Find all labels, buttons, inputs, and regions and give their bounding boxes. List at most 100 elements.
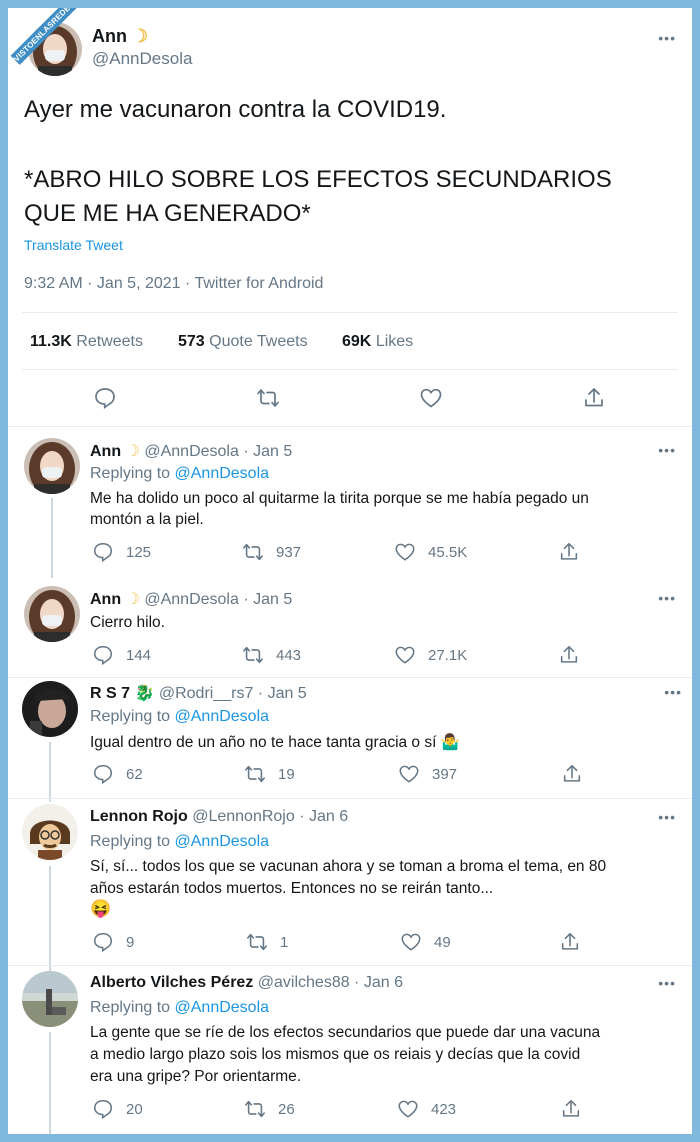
like-button[interactable]: 423 [397, 1098, 456, 1120]
share-icon [561, 932, 579, 950]
retweet-button[interactable]: 443 [242, 644, 301, 666]
retweet-icon [245, 1100, 265, 1118]
avatar[interactable] [24, 586, 80, 642]
retweet-icon [243, 646, 263, 664]
reply-count: 20 [126, 1100, 143, 1118]
tweet-screenshot: VISTOENLASREDES.com Ann ☽ @AnnDesola •••… [8, 8, 692, 1134]
reply-text-line: Sí, sí... todos los que se vacunan ahora… [90, 858, 607, 875]
reply-header[interactable]: Lennon Rojo @LennonRojo · Jan 6 [90, 808, 348, 826]
retweet-icon[interactable] [256, 386, 280, 410]
share-button[interactable] [558, 644, 580, 666]
share-icon [562, 1099, 580, 1117]
thread-line [49, 1032, 51, 1134]
reply-text-line: Cierro hilo. [90, 614, 165, 631]
replying-to[interactable]: Replying to @AnnDesola [90, 833, 269, 851]
divider [8, 798, 692, 799]
more-options-icon[interactable]: ••• [658, 809, 676, 825]
reply-text-line: montón a la piel. [90, 511, 204, 528]
more-options-icon[interactable]: ••• [658, 590, 676, 606]
more-options-icon[interactable]: ••• [658, 975, 676, 991]
reply-text-line: años estarán todos muertos. Entonces no … [90, 880, 494, 897]
reply-header[interactable]: Ann ☽ @AnnDesola · Jan 5 [90, 441, 292, 461]
like-icon [399, 765, 419, 783]
tweet-metadata[interactable]: 9:32 AM · Jan 5, 2021 · Twitter for Andr… [24, 275, 323, 293]
more-options-icon[interactable]: ••• [658, 442, 676, 458]
like-icon[interactable] [419, 386, 443, 410]
avatar[interactable] [24, 438, 80, 494]
divider [8, 677, 692, 678]
reply-count: 9 [126, 933, 135, 951]
reply-icon [93, 764, 113, 785]
like-button[interactable]: 45.5K [394, 541, 467, 563]
handle[interactable]: @AnnDesola [92, 49, 192, 69]
reply-header[interactable]: Ann ☽ @AnnDesola · Jan 5 [90, 589, 292, 609]
share-button[interactable] [558, 541, 580, 563]
retweet-count: 26 [278, 1100, 295, 1118]
retweet-icon [243, 543, 263, 561]
reply-icon [93, 1099, 113, 1120]
reply-count: 125 [126, 543, 152, 561]
reply-icon [93, 645, 113, 666]
thread-line [49, 866, 51, 976]
divider [8, 965, 692, 966]
reply-button[interactable]: 144 [92, 644, 151, 666]
reply-button[interactable]: 9 [92, 931, 134, 953]
replying-to[interactable]: Replying to @AnnDesola [90, 465, 269, 483]
more-options-icon[interactable]: ••• [664, 684, 682, 700]
retweet-button[interactable]: 937 [242, 541, 301, 563]
retweet-count: 443 [276, 646, 302, 664]
share-icon [560, 542, 578, 560]
translate-tweet-link[interactable]: Translate Tweet [24, 237, 123, 253]
retweet-count: 19 [278, 765, 295, 783]
quote-tweets-stat[interactable]: 573 Quote Tweets [178, 333, 308, 351]
reply-button[interactable]: 62 [92, 763, 143, 785]
laughing-emoji-icon: 😝 [90, 899, 112, 918]
replying-to[interactable]: Replying to @AnnDesola [90, 708, 269, 726]
like-count: 397 [432, 765, 458, 783]
like-icon [395, 543, 415, 561]
retweet-button[interactable]: 1 [246, 931, 288, 953]
retweet-icon [247, 933, 267, 951]
reply-text-line: a medio largo plazo sois los mismos que … [90, 1046, 581, 1063]
like-button[interactable]: 397 [398, 763, 457, 785]
reply-header[interactable]: R S 7 🐉 @Rodri__rs7 · Jan 5 [90, 683, 307, 703]
share-icon[interactable] [582, 386, 606, 410]
reply-text-line: era una gripe? Por orientarme. [90, 1068, 302, 1085]
reply-header[interactable]: Alberto Vilches Pérez @avilches88 · Jan … [90, 974, 403, 992]
replying-to[interactable]: Replying to @AnnDesola [90, 999, 269, 1017]
moon-icon: ☽ [132, 26, 149, 46]
avatar[interactable] [22, 971, 78, 1027]
divider [8, 426, 692, 427]
divider [22, 312, 678, 313]
reply-button[interactable]: 20 [92, 1098, 143, 1120]
display-name[interactable]: Ann ☽ [92, 26, 148, 47]
like-icon [395, 646, 415, 664]
like-icon [401, 933, 421, 951]
more-options-icon[interactable]: ••• [658, 30, 676, 46]
tweet-text-line: *ABRO HILO SOBRE LOS EFECTOS SECUNDARIOS [24, 166, 612, 193]
like-count: 45.5K [428, 543, 468, 561]
reply-button[interactable]: 125 [92, 541, 151, 563]
share-button[interactable] [559, 931, 581, 953]
like-button[interactable]: 27.1K [394, 644, 467, 666]
divider [22, 369, 678, 370]
share-icon [563, 764, 581, 782]
shrugging-emoji-icon: 🤷‍♂️ [440, 734, 461, 751]
likes-stat[interactable]: 69K Likes [342, 333, 413, 351]
reply-text-line: La gente que se ríe de los efectos secun… [90, 1024, 601, 1041]
reply-count: 144 [126, 646, 152, 664]
avatar[interactable] [22, 804, 78, 860]
tweet-text-line: QUE ME HA GENERADO* [24, 200, 311, 227]
share-button[interactable] [561, 763, 583, 785]
reply-icon [93, 542, 113, 563]
share-button[interactable] [560, 1098, 582, 1120]
like-button[interactable]: 49 [400, 931, 451, 953]
reply-icon[interactable] [93, 386, 117, 410]
retweet-button[interactable]: 26 [244, 1098, 295, 1120]
tweet-text-line: Ayer me vacunaron contra la COVID19. [24, 96, 447, 123]
reply-text-line: Me ha dolido un poco al quitarme la tiri… [90, 490, 589, 507]
retweets-stat[interactable]: 11.3K Retweets [30, 333, 143, 351]
retweet-button[interactable]: 19 [244, 763, 295, 785]
like-count: 49 [434, 933, 451, 951]
avatar[interactable] [22, 681, 78, 737]
